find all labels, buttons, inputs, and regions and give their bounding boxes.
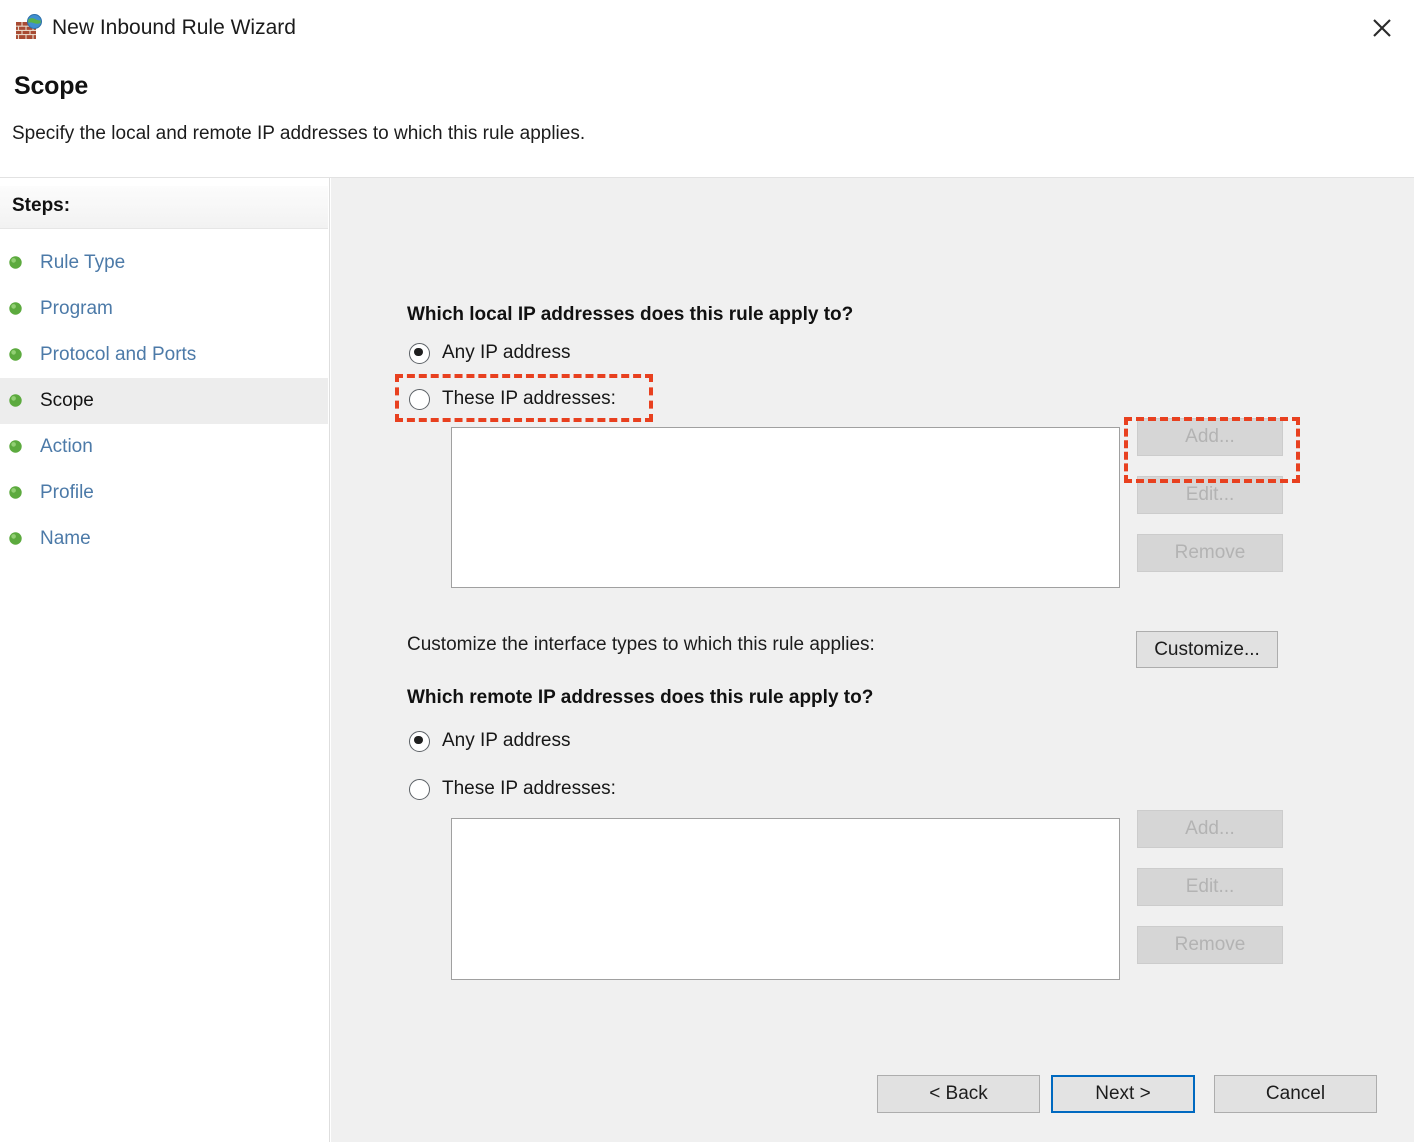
- firewall-globe-icon: [14, 13, 44, 43]
- steps-header: Steps:: [0, 186, 328, 229]
- radio-selected-icon: [409, 342, 430, 364]
- close-icon[interactable]: [1362, 10, 1402, 46]
- sidebar-item-label: Name: [40, 528, 91, 549]
- sidebar-item-protocol-and-ports[interactable]: Protocol and Ports: [0, 332, 328, 378]
- step-bullet-icon: [8, 301, 23, 316]
- step-bullet-icon: [8, 439, 23, 454]
- local-these-ip-radio[interactable]: These IP addresses:: [409, 386, 616, 412]
- page-title: Scope: [14, 72, 89, 100]
- page-subtitle: Specify the local and remote IP addresse…: [12, 123, 586, 144]
- window-title: New Inbound Rule Wizard: [52, 16, 296, 39]
- title-bar: New Inbound Rule Wizard: [0, 0, 1414, 57]
- sidebar-item-program[interactable]: Program: [0, 286, 328, 332]
- sidebar-item-name[interactable]: Name: [0, 516, 328, 562]
- local-add-button: Add...: [1137, 418, 1283, 456]
- main-content: Which local IP addresses does this rule …: [331, 178, 1414, 1142]
- remote-edit-button: Edit...: [1137, 868, 1283, 906]
- step-bullet-icon: [8, 393, 23, 408]
- sidebar-item-label: Program: [40, 298, 113, 319]
- radio-selected-icon: [409, 730, 430, 752]
- radio-unselected-icon: [409, 388, 430, 410]
- sidebar-item-label: Action: [40, 436, 93, 457]
- sidebar-item-label: Profile: [40, 482, 94, 503]
- local-remove-button: Remove: [1137, 534, 1283, 572]
- sidebar-item-rule-type[interactable]: Rule Type: [0, 240, 328, 286]
- sidebar-item-profile[interactable]: Profile: [0, 470, 328, 516]
- interface-types-label: Customize the interface types to which t…: [407, 634, 875, 655]
- remote-add-button: Add...: [1137, 810, 1283, 848]
- steps-header-label: Steps:: [12, 195, 71, 216]
- local-ip-question: Which local IP addresses does this rule …: [407, 304, 854, 325]
- sidebar-item-action[interactable]: Action: [0, 424, 328, 470]
- step-bullet-icon: [8, 531, 23, 546]
- sidebar-item-label: Rule Type: [40, 252, 126, 273]
- back-button[interactable]: < Back: [877, 1075, 1040, 1113]
- cancel-button[interactable]: Cancel: [1214, 1075, 1377, 1113]
- local-edit-button: Edit...: [1137, 476, 1283, 514]
- remote-remove-button: Remove: [1137, 926, 1283, 964]
- steps-sidebar: Steps: Rule Type Program Protocol and Po…: [0, 178, 330, 1142]
- radio-unselected-icon: [409, 778, 430, 800]
- remote-ip-question: Which remote IP addresses does this rule…: [407, 687, 874, 708]
- next-button[interactable]: Next >: [1051, 1075, 1195, 1113]
- remote-ip-listbox[interactable]: [451, 818, 1120, 980]
- page-header: Scope Specify the local and remote IP ad…: [0, 57, 1414, 178]
- local-these-ip-label: These IP addresses:: [442, 388, 616, 409]
- sidebar-item-label: Protocol and Ports: [40, 344, 197, 365]
- local-any-ip-label: Any IP address: [442, 342, 571, 363]
- customize-button[interactable]: Customize...: [1136, 631, 1278, 668]
- step-bullet-icon: [8, 347, 23, 362]
- step-bullet-icon: [8, 485, 23, 500]
- local-any-ip-radio[interactable]: Any IP address: [409, 340, 571, 366]
- local-ip-listbox[interactable]: [451, 427, 1120, 588]
- remote-any-ip-radio[interactable]: Any IP address: [409, 728, 571, 754]
- sidebar-item-scope[interactable]: Scope: [0, 378, 328, 424]
- sidebar-item-label: Scope: [40, 390, 94, 411]
- remote-any-ip-label: Any IP address: [442, 730, 571, 751]
- remote-these-ip-label: These IP addresses:: [442, 778, 616, 799]
- remote-these-ip-radio[interactable]: These IP addresses:: [409, 776, 616, 802]
- step-bullet-icon: [8, 255, 23, 270]
